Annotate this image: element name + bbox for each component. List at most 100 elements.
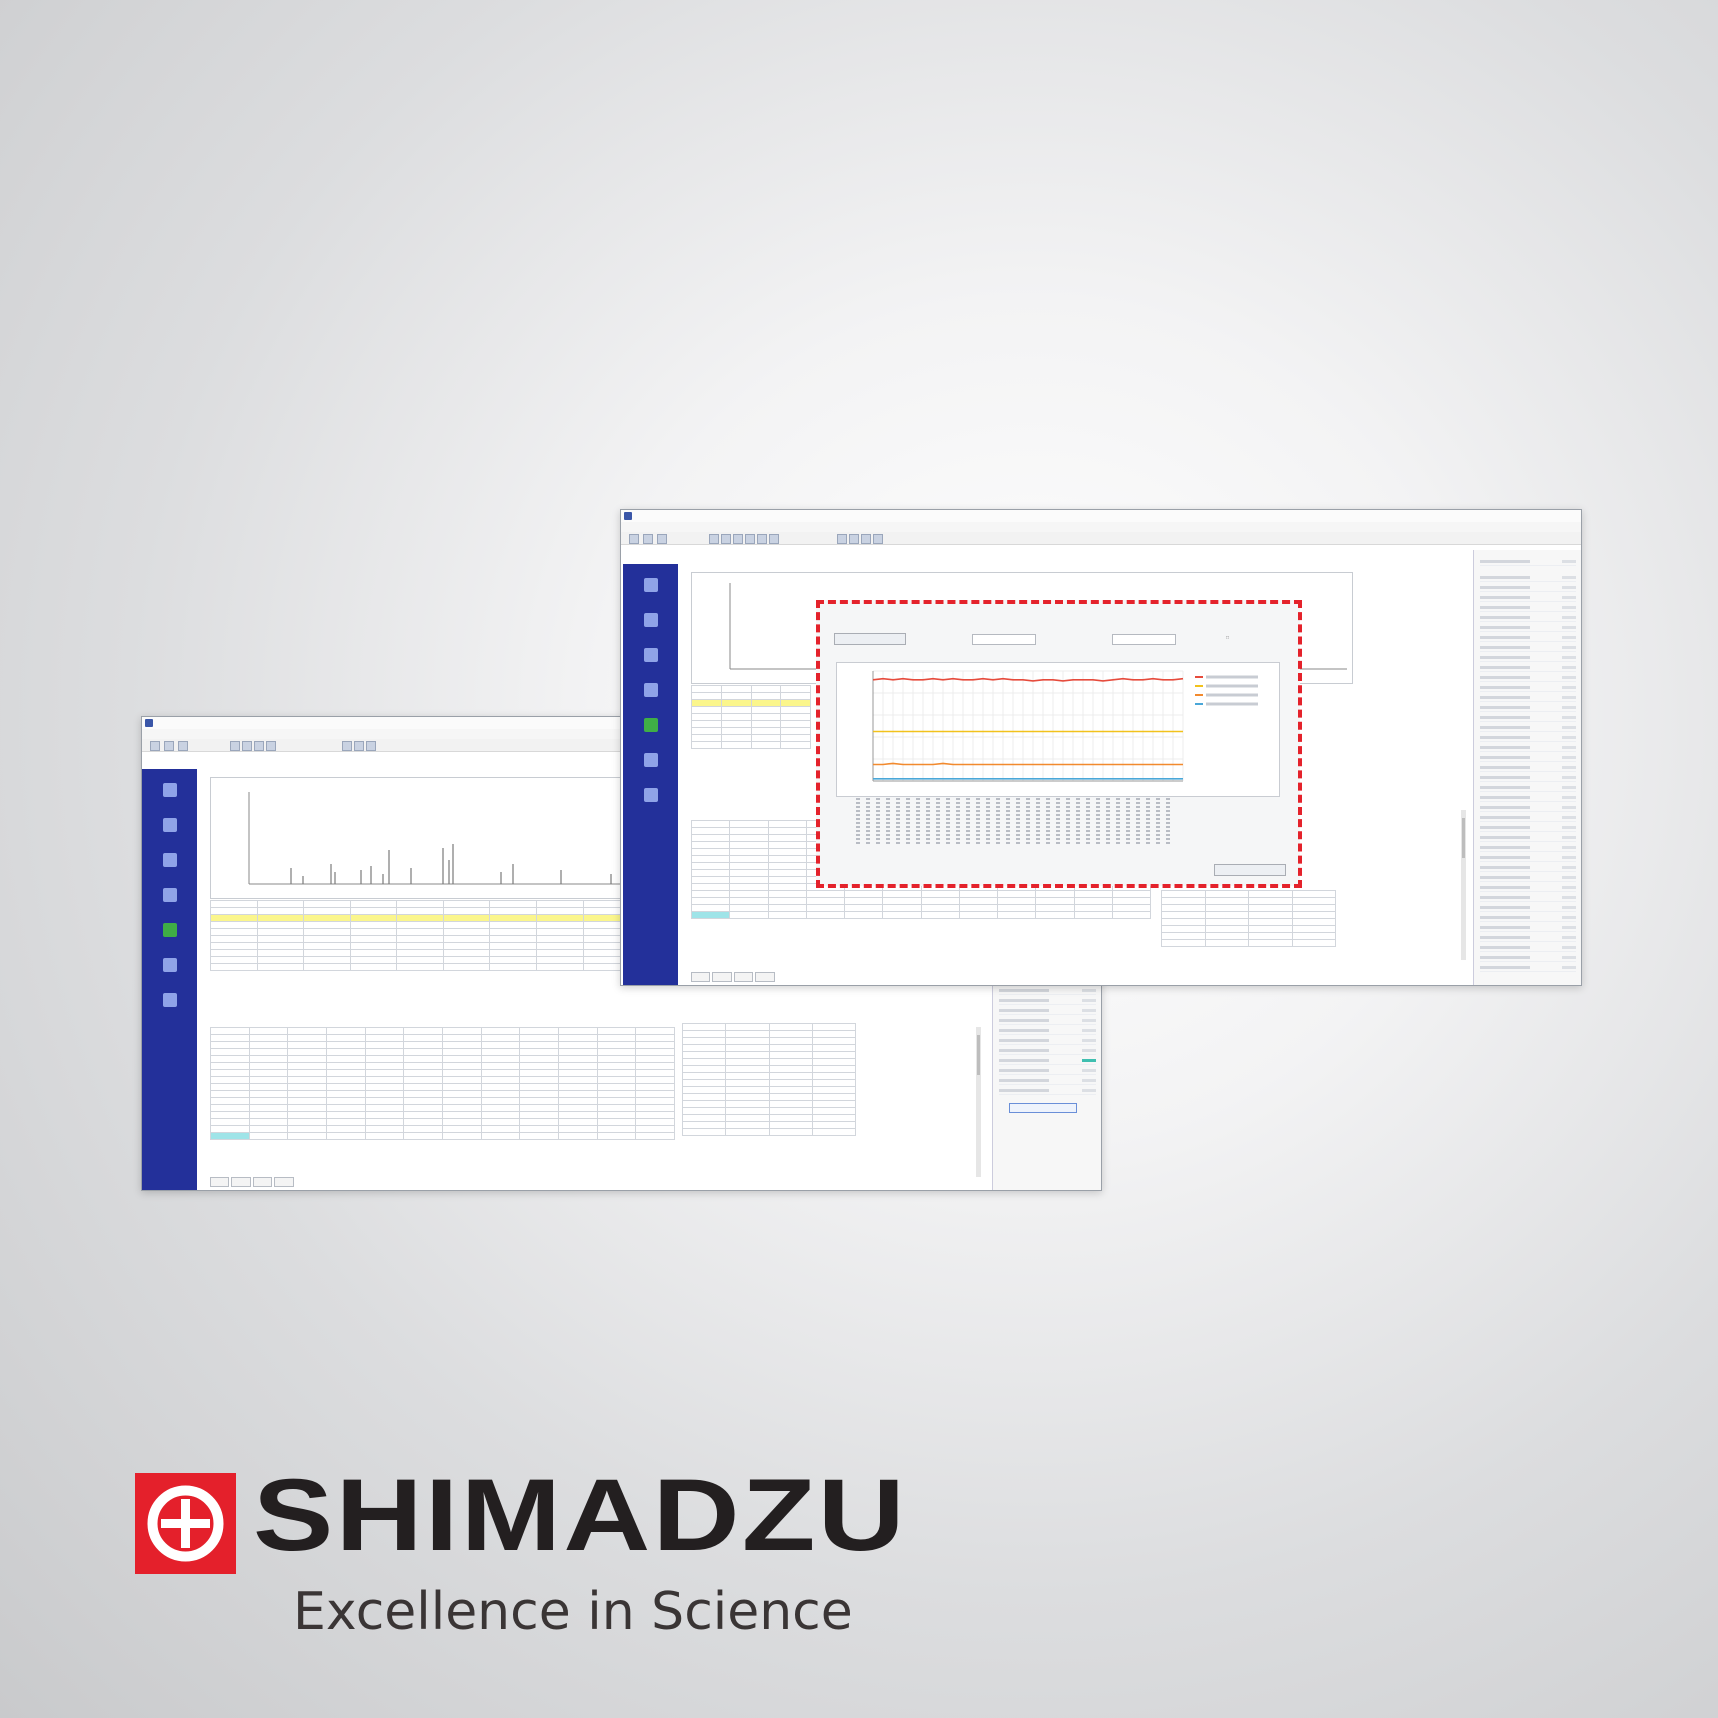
property-row [1480, 964, 1576, 972]
toolbar-icon[interactable] [837, 534, 847, 544]
sidebar-item-analysis[interactable] [142, 779, 197, 809]
tab-analysis[interactable] [231, 1177, 251, 1187]
x-tick-label [986, 798, 990, 846]
toolbar-icon[interactable] [230, 741, 240, 751]
toolbar-icon[interactable] [354, 741, 364, 751]
table-row-selected[interactable] [691, 699, 811, 707]
sidebar-item-export[interactable] [142, 989, 197, 1019]
table-row[interactable] [210, 1041, 675, 1049]
table-row[interactable] [691, 727, 811, 735]
table-row[interactable] [691, 692, 811, 700]
sidebar-item-report[interactable] [623, 714, 678, 744]
new-icon[interactable] [150, 741, 160, 751]
sidebar-item-settings[interactable] [142, 954, 197, 984]
table-row-selected[interactable] [690, 911, 1152, 919]
toolbar-icon[interactable] [366, 741, 376, 751]
toolbar-icon[interactable] [745, 534, 755, 544]
save-icon[interactable] [178, 741, 188, 751]
tab-analysis[interactable] [712, 972, 732, 982]
toolbar-icon[interactable] [733, 534, 743, 544]
tab-calibration[interactable] [733, 972, 754, 982]
toolbar-icon[interactable] [861, 534, 871, 544]
tab-calibration[interactable] [252, 1177, 273, 1187]
open-icon[interactable] [164, 741, 174, 751]
table-row[interactable] [210, 1048, 675, 1056]
toolbar-icon[interactable] [342, 741, 352, 751]
toolbar-icon[interactable] [721, 534, 731, 544]
sidebar-item-calibration[interactable] [623, 679, 678, 709]
property-row [1480, 684, 1576, 692]
sidebar-item-element[interactable] [142, 814, 197, 844]
tab-profile[interactable] [755, 972, 775, 982]
tab-profile[interactable] [274, 1177, 294, 1187]
property-row [1480, 774, 1576, 782]
app-icon [624, 512, 632, 520]
toolbar-icon[interactable] [242, 741, 252, 751]
table-row-selected[interactable] [210, 1132, 675, 1140]
property-row [1480, 874, 1576, 882]
table-row[interactable] [690, 897, 1152, 905]
front-properties-panel [1473, 550, 1581, 985]
table-row[interactable] [210, 1097, 675, 1105]
table-row[interactable] [690, 904, 1152, 912]
table-row[interactable] [691, 713, 811, 721]
table-row[interactable] [210, 1104, 675, 1112]
toolbar-icon[interactable] [873, 534, 883, 544]
property-row [1480, 854, 1576, 862]
x-tick-label [1036, 798, 1040, 846]
toolbar-icon[interactable] [849, 534, 859, 544]
sidebar-item-analysis[interactable] [623, 574, 678, 604]
table-row[interactable] [210, 1118, 675, 1126]
open-icon[interactable] [643, 534, 653, 544]
table-row[interactable] [691, 741, 811, 749]
toolbar-icon[interactable] [709, 534, 719, 544]
table-row[interactable] [210, 1083, 675, 1091]
table-row[interactable] [210, 1111, 675, 1119]
element-icon [162, 818, 177, 832]
legend-entry-3 [1206, 693, 1258, 697]
sidebar-item-sample[interactable] [623, 644, 678, 674]
sidebar-item-sample[interactable] [142, 849, 197, 879]
save-icon[interactable] [657, 534, 667, 544]
x-tick-label [946, 798, 950, 846]
table-row[interactable] [691, 720, 811, 728]
property-row [999, 997, 1096, 1005]
series-line-3 [873, 762, 1183, 766]
dialog-select-button[interactable] [834, 633, 906, 645]
legend-entry-1 [1206, 675, 1258, 679]
sidebar-item-settings[interactable] [623, 749, 678, 779]
vertical-scrollbar[interactable] [1461, 810, 1466, 960]
sidebar-item-calibration[interactable] [142, 884, 197, 914]
table-row[interactable] [210, 1090, 675, 1098]
x-tick-label [856, 798, 860, 846]
sidebar-item-element[interactable] [623, 609, 678, 639]
table-row[interactable] [210, 1055, 675, 1063]
table-row[interactable] [691, 706, 811, 714]
dialog-element-select[interactable] [1112, 634, 1176, 645]
sidebar-item-report[interactable] [142, 919, 197, 949]
sidebar-item-export[interactable] [623, 784, 678, 814]
dialog-checkbox[interactable]: □ [1226, 635, 1229, 641]
property-row [1480, 674, 1576, 682]
properties-apply-button[interactable] [1009, 1103, 1077, 1113]
new-icon[interactable] [629, 534, 639, 544]
vertical-scrollbar[interactable] [976, 1027, 981, 1177]
toolbar-icon[interactable] [757, 534, 767, 544]
dialog-analysis-select[interactable] [972, 634, 1036, 645]
toolbar-icon[interactable] [266, 741, 276, 751]
table-row [691, 685, 811, 693]
table-row[interactable] [210, 1062, 675, 1070]
table-row[interactable] [210, 1125, 675, 1133]
table-row[interactable] [690, 890, 1152, 898]
tab-measurement[interactable] [210, 1177, 230, 1187]
table-row[interactable] [210, 1069, 675, 1077]
table-row [1161, 897, 1336, 905]
table-row[interactable] [691, 734, 811, 742]
dialog-close-button[interactable] [1214, 864, 1286, 876]
x-tick-label [906, 798, 910, 846]
tab-measurement[interactable] [691, 972, 711, 982]
toolbar-icon[interactable] [769, 534, 779, 544]
property-row [1480, 744, 1576, 752]
table-row[interactable] [210, 1076, 675, 1084]
toolbar-icon[interactable] [254, 741, 264, 751]
